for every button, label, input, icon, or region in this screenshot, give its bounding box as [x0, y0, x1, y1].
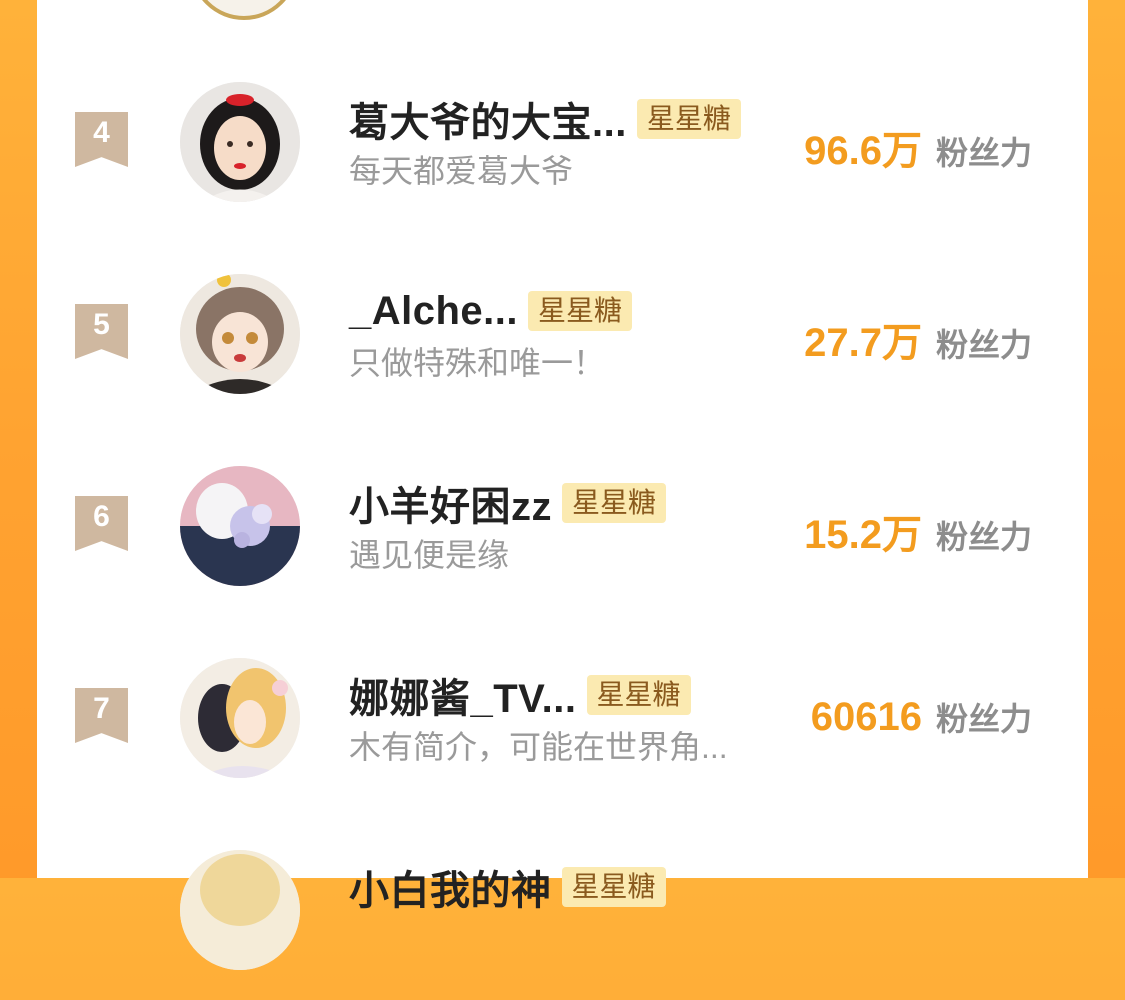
fan-power-unit: 粉丝力 — [935, 327, 1032, 363]
rank-ribbon: 4 — [75, 112, 128, 167]
name-line: _Alche... 星星糖 — [349, 286, 633, 336]
avatar[interactable] — [180, 274, 300, 394]
user-name[interactable]: _Alche... — [349, 289, 518, 334]
fan-power-value: 27.7万 — [804, 321, 922, 365]
badge: 星星糖 — [636, 99, 741, 139]
badge: 星星糖 — [528, 291, 633, 331]
user-name[interactable]: 小白我的神 — [349, 858, 552, 916]
ranking-panel: 4 葛大爷的大宝... 星星糖 每天都爱葛大爷 96.6万 粉丝力 5 _Alc… — [37, 0, 1088, 970]
user-bio: 每天都爱葛大爷 — [349, 153, 574, 189]
badge: 星星糖 — [586, 675, 691, 715]
badge: 星星糖 — [561, 867, 666, 907]
name-line: 小白我的神 星星糖 — [349, 862, 666, 913]
avatar-rank-3-partial[interactable] — [190, 0, 298, 20]
rank-number: 6 — [93, 500, 110, 533]
user-name[interactable]: 葛大爷的大宝... — [349, 90, 627, 148]
list-item[interactable]: 4 葛大爷的大宝... 星星糖 每天都爱葛大爷 96.6万 粉丝力 — [37, 82, 1088, 232]
fan-power-value: 15.2万 — [804, 513, 922, 557]
rank-ribbon: 7 — [75, 688, 128, 743]
fan-power: 60616 粉丝力 — [811, 694, 1032, 740]
avatar[interactable] — [180, 82, 300, 202]
fan-power-value: 96.6万 — [804, 129, 922, 173]
list-item[interactable]: 7 娜娜酱_TV... 星星糖 木有简介，可能在世界角... 60616 粉丝力 — [37, 658, 1088, 808]
name-line: 小羊好困zz 星星糖 — [349, 478, 667, 529]
fan-power-value: 60616 — [810, 695, 922, 739]
fan-power-unit: 粉丝力 — [935, 701, 1032, 737]
avatar[interactable] — [180, 658, 300, 778]
badge: 星星糖 — [562, 483, 667, 523]
user-bio: 木有简介，可能在世界角... — [349, 729, 728, 765]
user-bio: 遇见便是缘 — [349, 537, 510, 573]
name-line: 葛大爷的大宝... 星星糖 — [349, 94, 741, 145]
list-item[interactable]: 小白我的神 星星糖 — [37, 850, 1088, 1000]
rank-number: 7 — [93, 692, 110, 725]
rank-ribbon: 6 — [75, 496, 128, 551]
avatar[interactable] — [180, 466, 300, 586]
user-name[interactable]: 小羊好困zz — [349, 474, 552, 532]
rank-number: 4 — [93, 116, 110, 149]
fan-power: 96.6万 粉丝力 — [804, 118, 1032, 176]
user-name[interactable]: 娜娜酱_TV... — [349, 666, 577, 724]
fan-power-unit: 粉丝力 — [935, 135, 1032, 171]
name-line: 娜娜酱_TV... 星星糖 — [349, 670, 691, 721]
avatar[interactable] — [180, 850, 300, 970]
fan-power: 27.7万 粉丝力 — [804, 310, 1032, 368]
rank-number: 5 — [93, 308, 110, 341]
fan-power-unit: 粉丝力 — [935, 519, 1032, 555]
list-item[interactable]: 6 小羊好困zz 星星糖 遇见便是缘 15.2万 粉丝力 — [37, 466, 1088, 616]
user-bio: 只做特殊和唯一！ — [349, 345, 606, 381]
list-item[interactable]: 5 _Alche... 星星糖 只做特殊和唯一！ 27.7万 粉丝力 — [37, 274, 1088, 424]
rank-ribbon: 5 — [75, 304, 128, 359]
fan-power: 15.2万 粉丝力 — [804, 502, 1032, 560]
